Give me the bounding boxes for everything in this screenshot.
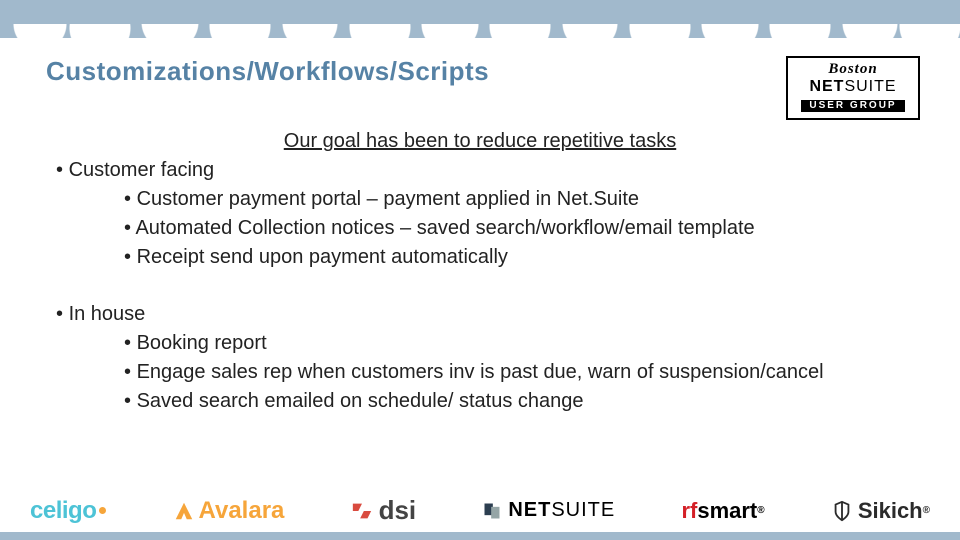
list-item: Receipt send upon payment automatically: [124, 244, 914, 271]
dsi-text: dsi: [379, 495, 417, 526]
netsuite-net: NET: [508, 499, 551, 522]
avalara-logo: Avalara: [173, 497, 285, 525]
title-row: Customizations/Workflows/Scripts Boston …: [46, 56, 920, 120]
slide-body: Our goal has been to reduce repetitive t…: [46, 128, 914, 415]
logo-net: NET: [809, 78, 844, 95]
netsuite-mark-icon: [482, 501, 502, 521]
header-decoration: [0, 0, 960, 38]
group-heading: Customer facing: [56, 157, 914, 184]
celigo-dot-icon: [99, 507, 106, 514]
logo-line-netsuite: NETSUITE: [798, 79, 908, 96]
boston-netsuite-user-group-logo: Boston NETSUITE USER GROUP: [786, 56, 920, 120]
sikich-mark-icon: [831, 500, 853, 522]
netsuite-suite: SUITE: [551, 499, 615, 522]
goal-statement: Our goal has been to reduce repetitive t…: [46, 128, 914, 155]
list-item: Customer payment portal – payment applie…: [124, 186, 914, 213]
rfsmart-logo: rfsmart®: [681, 498, 764, 524]
dsi-logo: dsi: [351, 495, 417, 526]
sikich-logo: Sikich®: [831, 498, 930, 524]
rfsmart-smart: smart: [697, 498, 757, 524]
slide-title: Customizations/Workflows/Scripts: [46, 56, 489, 87]
rfsmart-rf: rf: [681, 498, 697, 524]
netsuite-logo: NETSUITE: [482, 499, 615, 522]
group-heading: In house: [56, 301, 914, 328]
logo-suite: SUITE: [844, 78, 896, 95]
slide: Customizations/Workflows/Scripts Boston …: [0, 0, 960, 540]
avalara-mark-icon: [173, 500, 195, 522]
footer-logos: celigo Avalara dsi NETSUITE rfsmart®: [0, 495, 960, 526]
logo-badge-usergroup: USER GROUP: [801, 100, 904, 113]
list-item: Saved search emailed on schedule/ status…: [124, 388, 914, 415]
list-item: Engage sales rep when customers inv is p…: [124, 359, 914, 386]
list-item: Booking report: [124, 330, 914, 357]
footer-decoration: [0, 532, 960, 540]
logo-line-boston: Boston: [798, 62, 908, 78]
celigo-logo: celigo: [30, 497, 106, 525]
celigo-text: celigo: [30, 497, 96, 525]
avalara-text: Avalara: [199, 497, 285, 525]
list-item: Automated Collection notices – saved sea…: [124, 215, 914, 242]
dsi-mark-icon: [351, 500, 373, 522]
sikich-text: Sikich: [858, 498, 923, 524]
